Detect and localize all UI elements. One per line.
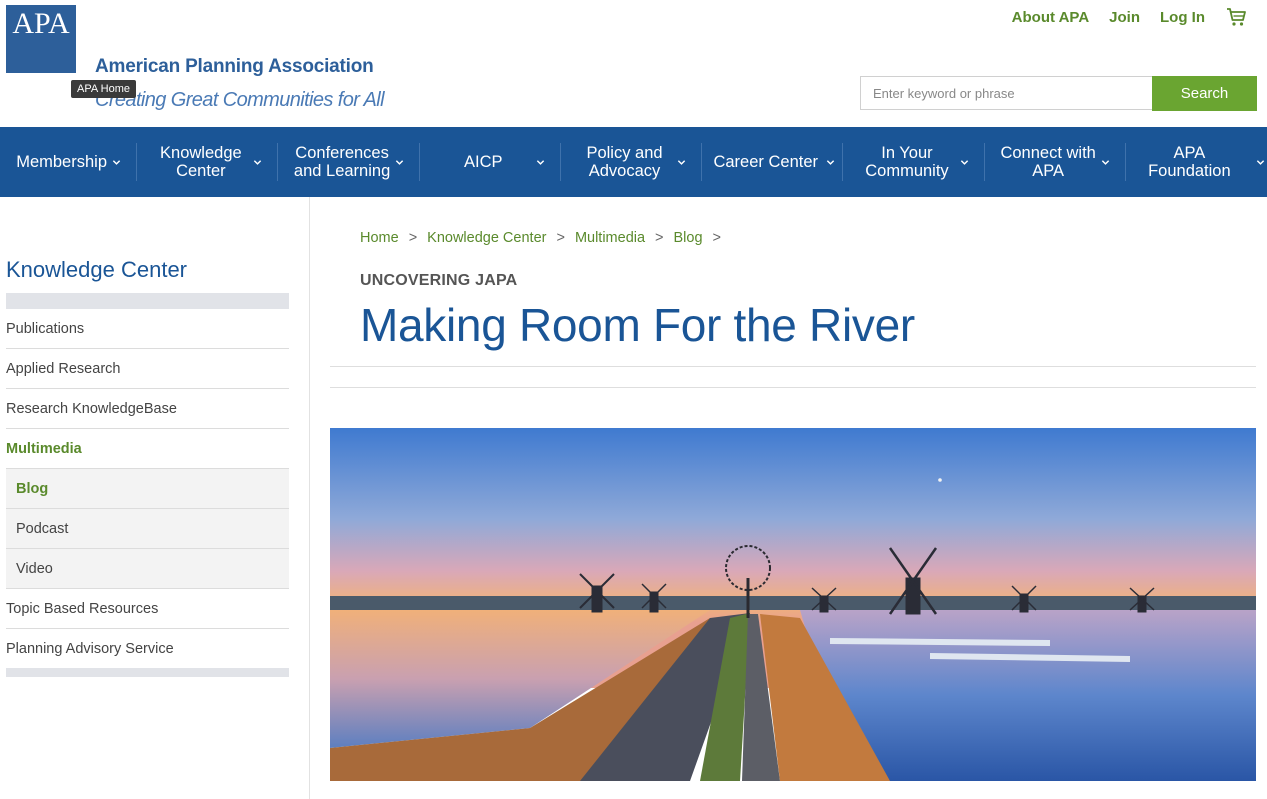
sidebar: Knowledge Center Publications Applied Re… <box>0 197 310 799</box>
sidebar-item-applied-research[interactable]: Applied Research <box>6 349 289 389</box>
logo-text: APA <box>12 7 70 40</box>
sidebar-title[interactable]: Knowledge Center <box>6 257 187 283</box>
nav-in-your-community[interactable]: In Your Community <box>843 127 985 197</box>
nav-membership[interactable]: Membership <box>0 127 138 197</box>
join-link[interactable]: Join <box>1109 9 1140 26</box>
sidebar-item-podcast[interactable]: Podcast <box>6 509 289 549</box>
article-kicker: UNCOVERING JAPA <box>360 272 518 289</box>
chevron-down-icon <box>113 160 121 165</box>
chevron-down-icon <box>254 160 262 165</box>
page-title: Making Room For the River <box>360 299 915 351</box>
sidebar-list: Publications Applied Research Research K… <box>6 309 289 669</box>
chevron-down-icon <box>960 160 968 165</box>
chevron-down-icon <box>395 160 403 165</box>
tagline: Creating Great Communities for All <box>95 89 385 111</box>
nav-policy-and-advocacy[interactable]: Policy and Advocacy <box>561 127 703 197</box>
nav-knowledge-center[interactable]: Knowledge Center <box>137 127 279 197</box>
apa-logo[interactable]: APA <box>6 5 76 73</box>
about-apa-link[interactable]: About APA <box>1012 9 1089 26</box>
sidebar-item-multimedia[interactable]: Multimedia <box>6 429 289 469</box>
breadcrumb-separator: > <box>655 230 664 246</box>
hero-image <box>330 428 1256 781</box>
nav-apa-foundation[interactable]: APA Foundation <box>1126 127 1267 197</box>
chevron-down-icon <box>827 160 835 165</box>
sidebar-item-topic-based-resources[interactable]: Topic Based Resources <box>6 589 289 629</box>
chevron-down-icon <box>536 160 545 165</box>
sidebar-item-research-knowledgebase[interactable]: Research KnowledgeBase <box>6 389 289 429</box>
breadcrumb-home[interactable]: Home <box>360 230 399 246</box>
search-button[interactable]: Search <box>1152 76 1257 111</box>
breadcrumb-multimedia[interactable]: Multimedia <box>575 230 645 246</box>
nav-label: Career Center <box>713 153 818 171</box>
sidebar-item-publications[interactable]: Publications <box>6 309 289 349</box>
breadcrumb: Home > Knowledge Center > Multimedia > B… <box>360 230 731 246</box>
nav-aicp[interactable]: AICP <box>420 127 562 197</box>
org-name[interactable]: American Planning Association <box>95 56 374 78</box>
chevron-down-icon <box>677 160 686 165</box>
nav-label: AICP <box>464 153 503 171</box>
sidebar-item-blog[interactable]: Blog <box>6 469 289 509</box>
nav-label: Knowledge Center <box>160 144 242 180</box>
chevron-down-icon <box>1256 160 1265 165</box>
breadcrumb-separator: > <box>408 230 418 246</box>
breadcrumb-separator: > <box>556 230 565 246</box>
sidebar-divider-top <box>6 293 289 309</box>
nav-label: Policy and Advocacy <box>586 144 663 180</box>
nav-career-center[interactable]: Career Center <box>702 127 844 197</box>
nav-label: Connect with APA <box>1000 144 1096 180</box>
nav-conferences-and-learning[interactable]: Conferences and Learning <box>278 127 420 197</box>
site-header: APA American Planning Association Creati… <box>0 0 1267 127</box>
breadcrumb-knowledge-center[interactable]: Knowledge Center <box>427 230 546 246</box>
divider <box>330 366 1256 367</box>
breadcrumb-separator: > <box>712 230 722 246</box>
utility-links: About APA Join Log In <box>1012 6 1247 28</box>
sidebar-item-video[interactable]: Video <box>6 549 289 589</box>
nav-connect-with-apa[interactable]: Connect with APA <box>985 127 1127 197</box>
search-bar: Search <box>860 76 1257 111</box>
breadcrumb-blog[interactable]: Blog <box>674 230 703 246</box>
divider <box>330 387 1256 388</box>
nav-label: APA Foundation <box>1148 144 1231 180</box>
sidebar-item-planning-advisory-service[interactable]: Planning Advisory Service <box>6 629 289 669</box>
nav-label: Membership <box>16 153 108 171</box>
home-tooltip: APA Home <box>71 80 136 98</box>
log-in-link[interactable]: Log In <box>1160 9 1205 26</box>
cart-icon[interactable] <box>1225 6 1247 28</box>
chevron-down-icon <box>1101 160 1109 165</box>
nav-label: In Your Community <box>865 144 949 180</box>
nav-label: Conferences and Learning <box>293 144 391 180</box>
main-nav: Membership Knowledge Center Conferences … <box>0 127 1267 197</box>
search-input[interactable] <box>860 76 1152 110</box>
sidebar-divider-bottom <box>6 668 289 677</box>
